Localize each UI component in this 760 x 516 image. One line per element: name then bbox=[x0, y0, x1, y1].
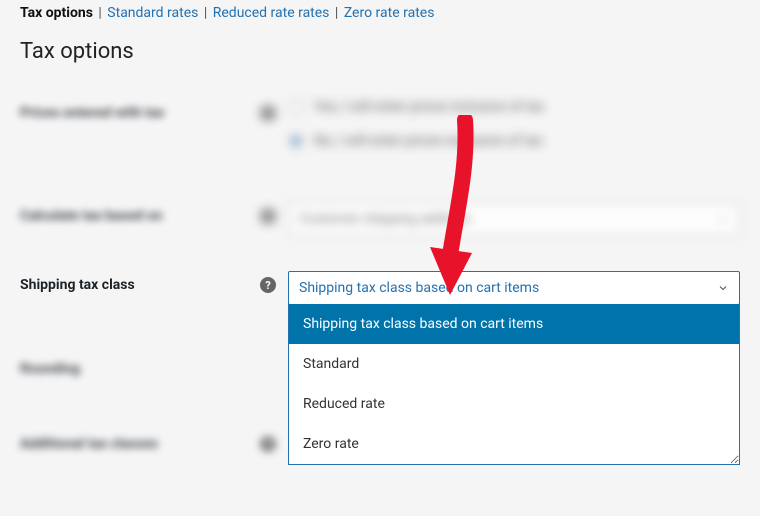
shipping-tax-class-select[interactable]: Shipping tax class based on cart items bbox=[288, 271, 740, 305]
label-additional-tax-classes: Additional tax classes bbox=[20, 430, 260, 452]
label-calc-based: Calculate tax based on bbox=[20, 202, 260, 224]
subtab-standard-rates[interactable]: Standard rates bbox=[107, 5, 198, 21]
label-shipping-tax-class: Shipping tax class bbox=[20, 271, 260, 293]
page-title: Tax options bbox=[20, 39, 740, 64]
label-rounding: Rounding bbox=[20, 355, 260, 377]
label-prices-entered: Prices entered with tax bbox=[20, 99, 260, 121]
help-icon[interactable]: ? bbox=[260, 436, 276, 452]
radio-icon bbox=[288, 133, 304, 149]
option-based-on-cart[interactable]: Shipping tax class based on cart items bbox=[289, 304, 739, 344]
help-icon[interactable]: ? bbox=[260, 277, 276, 293]
subtab-zero-rate-rates[interactable]: Zero rate rates bbox=[344, 5, 435, 21]
help-icon[interactable]: ? bbox=[260, 105, 276, 121]
help-icon[interactable]: ? bbox=[260, 208, 276, 224]
option-reduced-rate[interactable]: Reduced rate bbox=[289, 384, 739, 424]
chevron-down-icon bbox=[717, 213, 729, 225]
subtab-reduced-rate-rates[interactable]: Reduced rate rates bbox=[213, 5, 330, 21]
calc-based-select[interactable]: Customer shipping address bbox=[288, 202, 740, 236]
chevron-down-icon bbox=[717, 282, 729, 294]
radio-icon bbox=[288, 99, 304, 115]
shipping-tax-class-dropdown: Shipping tax class based on cart items S… bbox=[288, 304, 740, 465]
subtab-tax-options[interactable]: Tax options bbox=[20, 5, 93, 21]
tax-subtabs: Tax options | Standard rates | Reduced r… bbox=[20, 5, 740, 21]
option-standard[interactable]: Standard bbox=[289, 344, 739, 384]
radio-inclusive[interactable]: Yes, I will enter prices inclusive of ta… bbox=[288, 99, 740, 115]
radio-exclusive[interactable]: No, I will enter prices exclusive of tax bbox=[288, 133, 740, 149]
prices-entered-control: Yes, I will enter prices inclusive of ta… bbox=[288, 99, 740, 167]
select-value: Shipping tax class based on cart items bbox=[299, 280, 539, 296]
option-zero-rate[interactable]: Zero rate bbox=[289, 424, 739, 464]
